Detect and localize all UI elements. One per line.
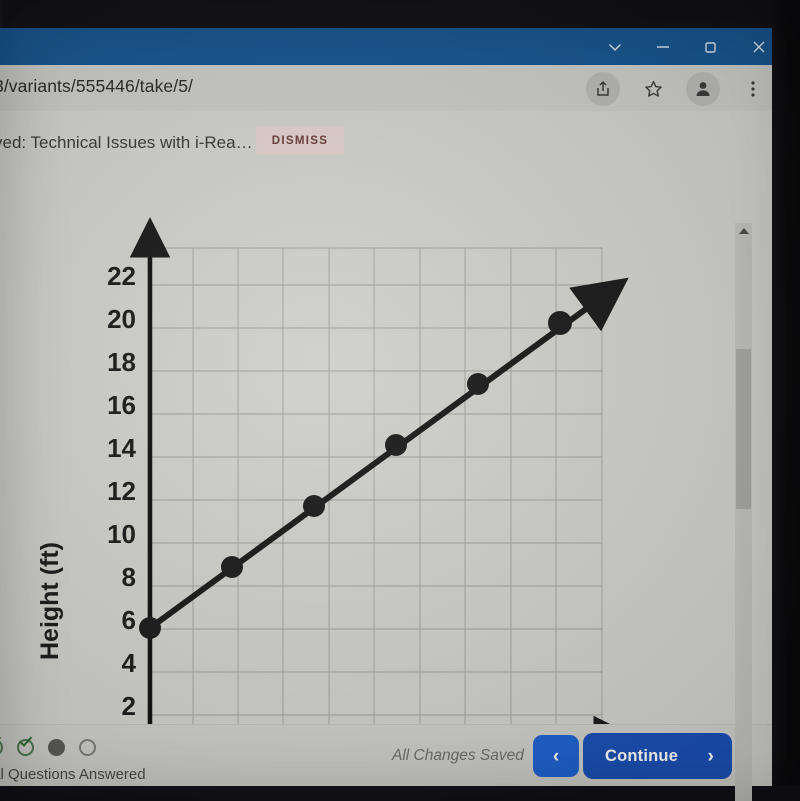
chevron-left-icon: ‹	[552, 745, 560, 767]
question-content: 22 20 18 16 14 12 10 8 6 4 2 O	[0, 171, 772, 724]
screenshot-root: 3/variants/555446/take/5/ ved: Technical…	[0, 0, 800, 801]
axes	[129, 217, 634, 724]
save-status-label: All Changes Saved	[392, 747, 524, 764]
data-point	[385, 434, 407, 456]
progress-dot-done[interactable]	[17, 739, 34, 756]
window-controls	[540, 30, 770, 63]
y-axis-label: Height (ft)	[36, 542, 64, 660]
share-icon[interactable]	[586, 72, 620, 106]
grid-minor	[147, 247, 603, 724]
restore-icon[interactable]	[700, 36, 722, 58]
photo-bezel-right	[768, 0, 800, 801]
y-tick-label: 22	[107, 261, 136, 291]
continue-button-label: Continue	[605, 746, 679, 765]
y-tick-label: 8	[122, 562, 136, 592]
photo-bezel-bottom	[0, 785, 800, 801]
y-tick-label: 18	[107, 347, 136, 377]
chevron-right-icon: ›	[707, 745, 714, 767]
progress-dot-done[interactable]	[0, 739, 3, 756]
dismiss-button[interactable]: DISMISS	[256, 127, 344, 155]
graph-svg: 22 20 18 16 14 12 10 8 6 4 2 O	[36, 217, 634, 724]
page-scrollbar-thumb[interactable]	[736, 349, 751, 509]
data-point	[467, 373, 489, 395]
y-tick-labels: 22 20 18 16 14 12 10 8 6 4 2	[107, 261, 136, 721]
y-tick-label: 10	[107, 519, 136, 549]
y-tick-label: 2	[122, 691, 136, 721]
address-bar-actions	[586, 70, 770, 108]
questions-answered-label: tal Questions Answered	[0, 766, 146, 783]
question-footer: tal Questions Answered All Changes Saved…	[0, 724, 772, 786]
scroll-up-arrow-icon[interactable]	[735, 223, 752, 239]
page-body: ved: Technical Issues with i-Rea… DISMIS…	[0, 111, 772, 801]
page-scrollbar-track[interactable]	[735, 223, 752, 801]
more-menu-icon[interactable]	[736, 72, 770, 106]
address-bar-url[interactable]: 3/variants/555446/take/5/	[0, 76, 424, 97]
progress-dot-empty[interactable]	[79, 739, 96, 756]
y-tick-label: 20	[107, 304, 136, 334]
back-button[interactable]: ‹	[533, 735, 579, 777]
data-point	[139, 617, 161, 639]
data-point	[303, 495, 325, 517]
profile-icon[interactable]	[686, 72, 720, 106]
y-tick-label: 12	[107, 476, 136, 506]
y-tick-label: 14	[107, 433, 136, 463]
coordinate-graph: 22 20 18 16 14 12 10 8 6 4 2 O	[0, 171, 700, 724]
banner-message: ved: Technical Issues with i-Rea…	[0, 133, 253, 152]
y-tick-label: 6	[122, 605, 136, 635]
notification-banner: ved: Technical Issues with i-Rea… DISMIS…	[0, 111, 772, 172]
data-point	[548, 311, 572, 335]
data-point	[221, 556, 243, 578]
minimize-icon[interactable]	[652, 36, 674, 58]
bookmark-star-icon[interactable]	[636, 72, 670, 106]
progress-dots	[0, 739, 96, 756]
chevron-down-icon[interactable]	[604, 36, 626, 58]
photo-bezel-top	[0, 0, 800, 28]
continue-button[interactable]: Continue ›	[583, 733, 732, 779]
y-tick-label: 16	[107, 390, 136, 420]
progress-dot-current[interactable]	[48, 739, 65, 756]
y-tick-label: 4	[122, 648, 137, 678]
close-icon[interactable]	[748, 36, 770, 58]
data-line	[148, 277, 629, 631]
